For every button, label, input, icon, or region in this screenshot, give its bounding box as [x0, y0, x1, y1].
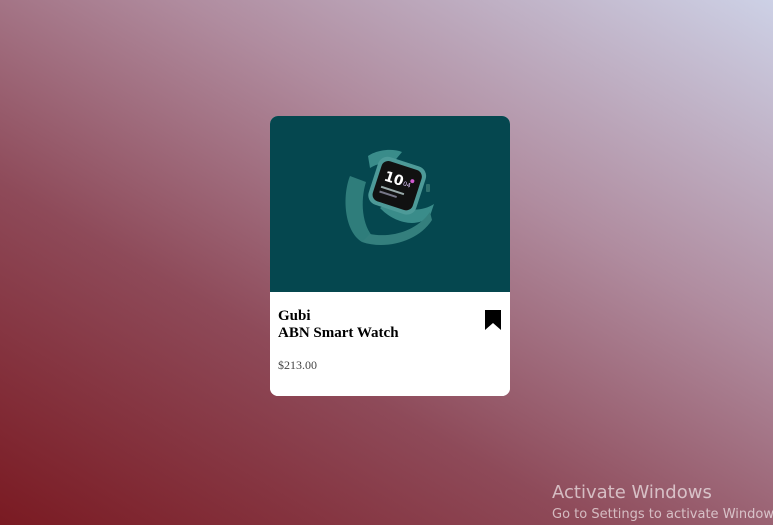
activation-title: Activate Windows	[552, 483, 712, 503]
product-brand: Gubi	[278, 308, 311, 324]
product-price: $213.00	[278, 358, 317, 372]
product-card[interactable]: 10 04 Gubi ABN Smart Watch $213.00	[270, 116, 510, 396]
product-info: Gubi ABN Smart Watch $213.00	[270, 292, 510, 396]
smartwatch-image: 10 04	[345, 149, 434, 246]
product-image[interactable]: 10 04	[270, 116, 510, 292]
activation-subtitle: Go to Settings to activate Windows.	[552, 507, 773, 522]
bookmark-icon[interactable]	[484, 309, 502, 331]
product-name[interactable]: ABN Smart Watch	[278, 325, 399, 342]
